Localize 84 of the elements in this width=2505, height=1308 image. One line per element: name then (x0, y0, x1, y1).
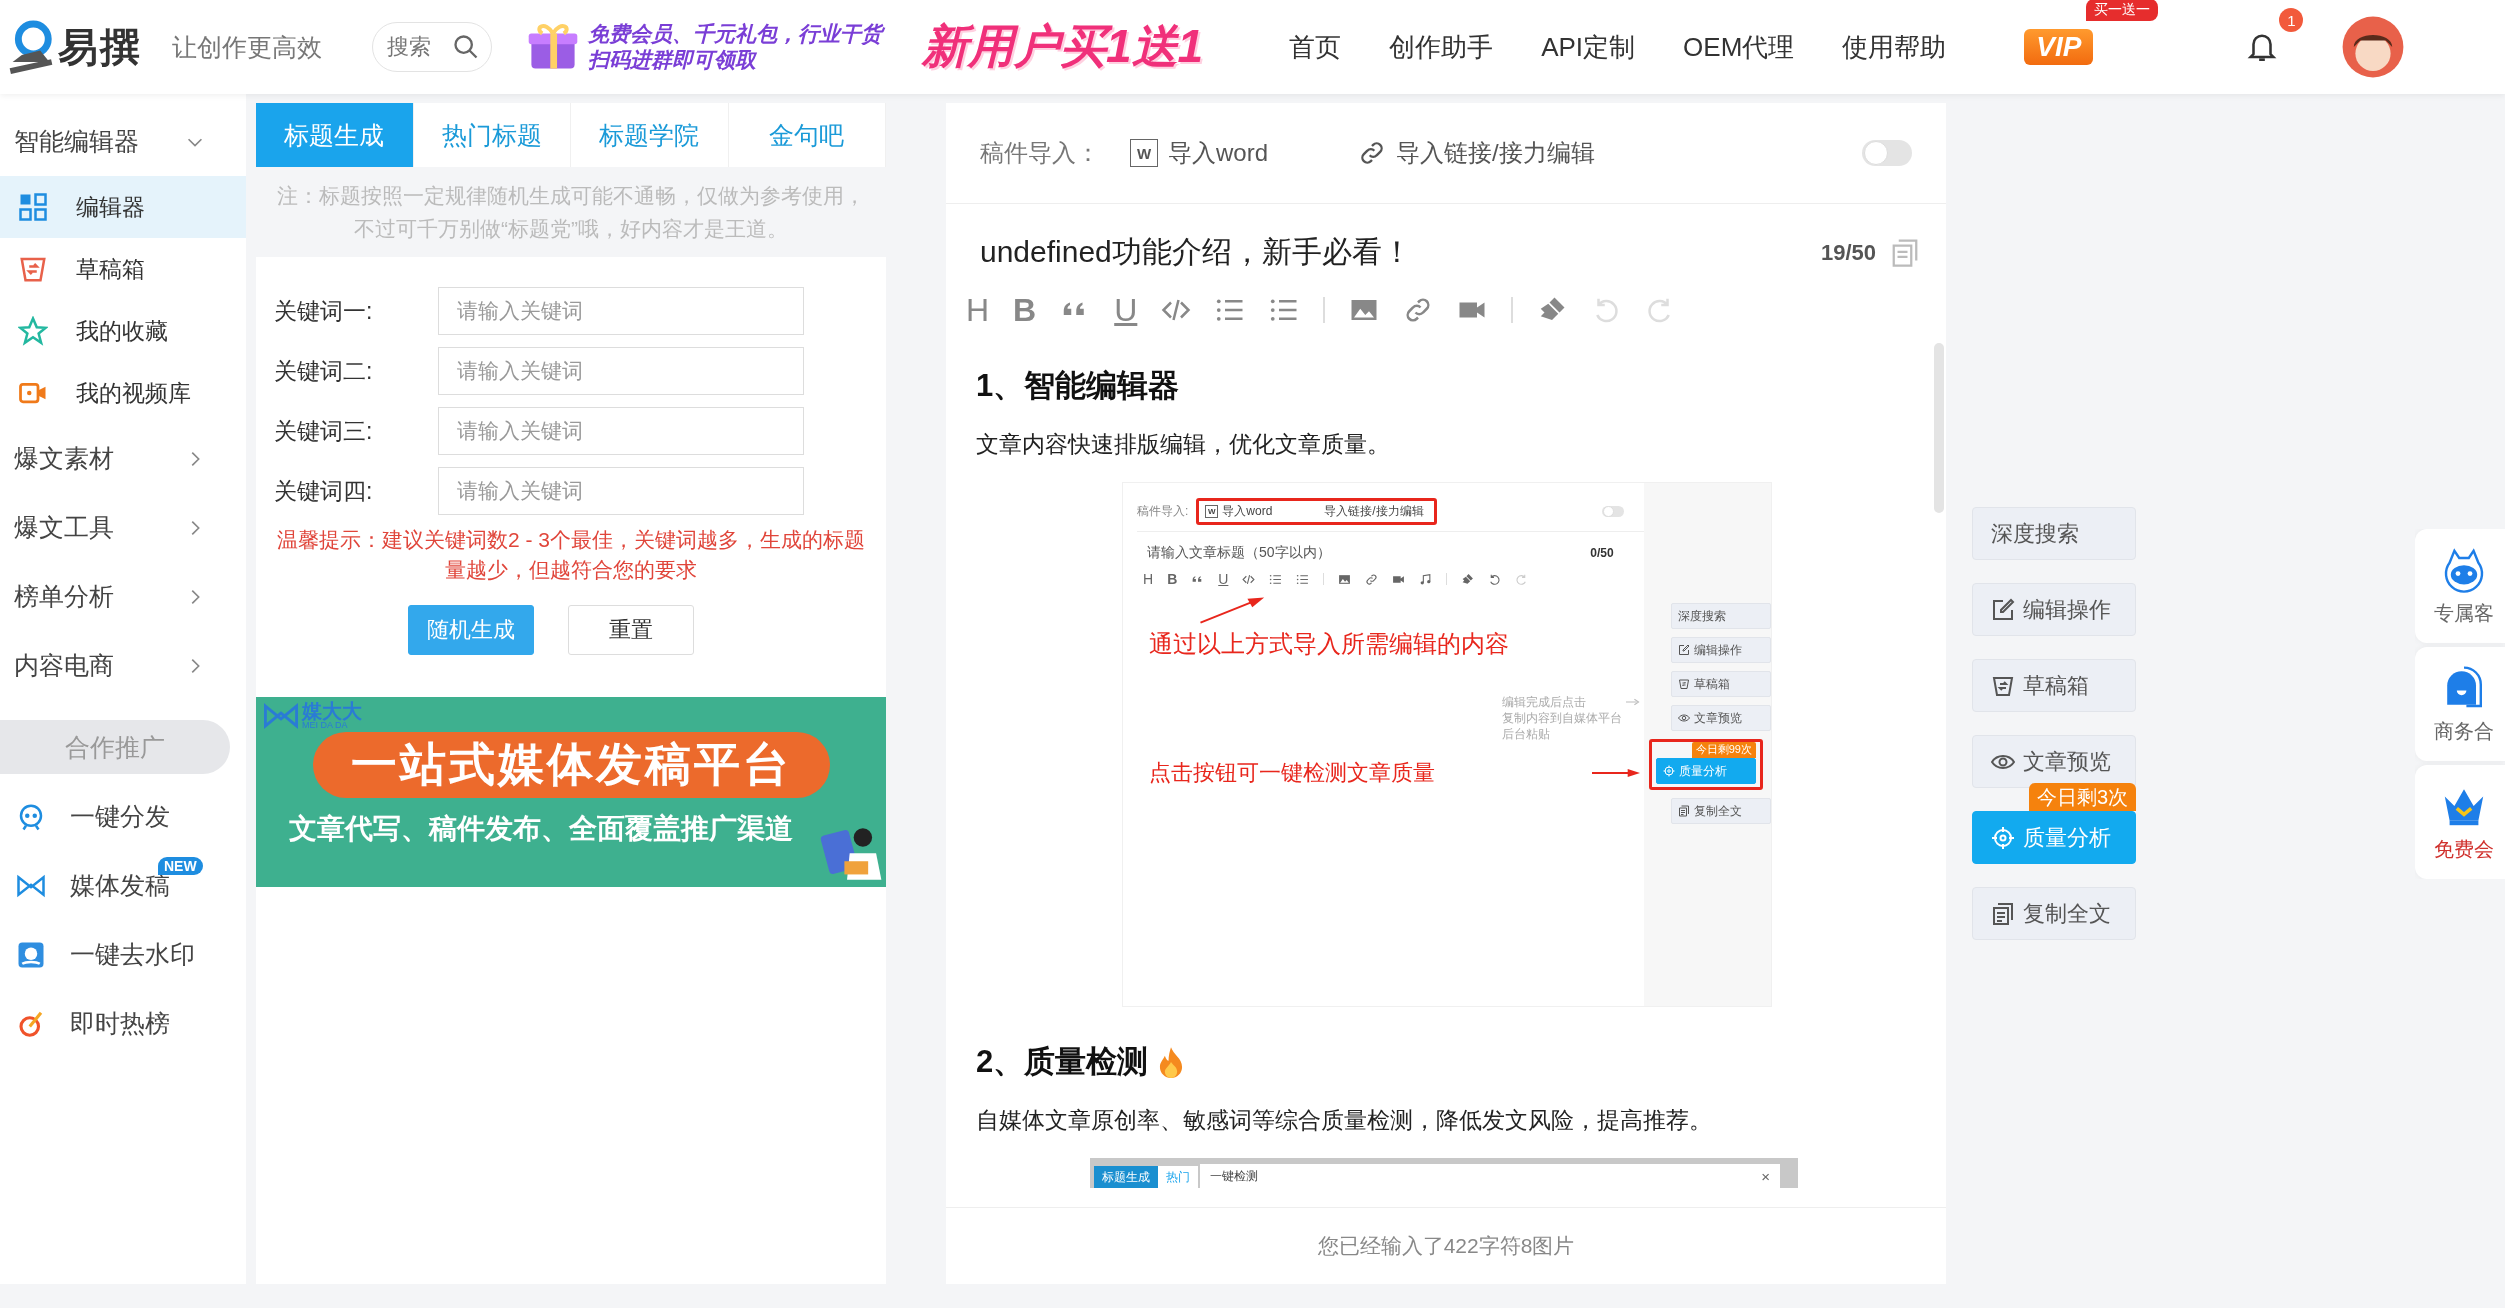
action-button[interactable]: 草稿箱 (1972, 659, 2136, 712)
action-button[interactable]: 文章预览 (1972, 735, 2136, 788)
content-heading: 2、质量检测 (976, 1043, 1149, 1081)
remaining-badge: 今日剩99次 (1691, 742, 1756, 758)
action-button[interactable]: 编辑操作 (1671, 637, 1771, 663)
float-card[interactable]: 专属客 (2415, 529, 2505, 643)
brand-subtitle: MEI DA DA (302, 721, 348, 730)
callout-text: 点击按钮可一键检测文章质量 (1149, 759, 1435, 787)
content-paragraph: 文章内容快速排版编辑，优化文章质量。 (976, 430, 1391, 459)
callout-text: 通过以上方式导入所需编辑的内容 (1149, 629, 1509, 659)
nav-link[interactable]: 首页 (1289, 29, 1342, 65)
character-count: 0/50 (1590, 546, 1614, 560)
keyword-field[interactable]: 请输入关键词 (438, 287, 804, 335)
menu-item[interactable]: 编辑器 (0, 176, 246, 238)
article-title[interactable]: undefined功能介绍，新手必看！ (980, 232, 1412, 273)
hint-text: 编辑完成后点击 (1501, 694, 1587, 710)
content-heading: 1、智能编辑器 (976, 367, 1180, 405)
menu-item[interactable]: 我的视频库 (0, 362, 246, 424)
brand-name: 媒大大 (302, 701, 362, 721)
menu-item[interactable]: 我的收藏 (0, 300, 246, 362)
menu-item[interactable]: 草稿箱 (0, 238, 246, 300)
action-button[interactable]: 复制全文 (1972, 887, 2136, 940)
title-field[interactable]: 请输入文章标题（50字以内） (1147, 544, 1331, 562)
float-card[interactable]: 商务合 (2415, 647, 2505, 761)
menu-group[interactable]: 爆文素材 (0, 424, 246, 493)
action-button[interactable]: 深度搜索 (1671, 603, 1771, 629)
bold-tool: B (1167, 572, 1178, 586)
menu-group[interactable]: 榜单分析 (0, 562, 246, 631)
field-label: 关键词四: (274, 476, 374, 506)
keyword-field[interactable]: 请输入关键词 (438, 347, 804, 395)
nav-link[interactable]: API定制 (1541, 29, 1636, 65)
import-label: 稿件导入： (980, 138, 1100, 168)
slogan: 让创作更高效 (172, 31, 322, 63)
import-word-link[interactable]: W 导入word (1130, 137, 1269, 169)
field-label: 关键词二: (274, 356, 374, 386)
close-icon: × (1761, 1167, 1770, 1185)
character-count: 19/50 (1820, 239, 1876, 266)
heading-tool[interactable]: H (966, 295, 990, 325)
section-pill: 合作推广 (0, 720, 230, 774)
nav-link[interactable]: 使用帮助 (1842, 29, 1947, 65)
sale-banner[interactable]: 新用户买1送1 (922, 16, 1204, 78)
nav-link[interactable]: 创作助手 (1389, 29, 1494, 65)
promo-text: 扫码进群即可领取 (588, 47, 758, 73)
nav-link[interactable]: OEM代理 (1683, 29, 1795, 65)
bold-tool[interactable]: B (1013, 295, 1037, 325)
menu-item[interactable]: 媒体发稿 NEW (0, 851, 246, 920)
action-button[interactable]: 文章预览 (1671, 705, 1771, 731)
float-card[interactable]: 免费会 (2415, 765, 2505, 879)
hint-text: 后台粘贴 (1501, 726, 1551, 742)
import-label: 稿件导入: (1137, 502, 1189, 520)
dialog-title: 一键检测 (1210, 1167, 1258, 1185)
ad-subline: 文章代写、稿件发布、全面覆盖推广渠道 (289, 812, 793, 846)
underline-tool: U (1218, 572, 1229, 586)
notification-badge: 1 (2279, 8, 2304, 32)
new-badge: NEW (158, 857, 203, 875)
underline-tool[interactable]: U (1114, 295, 1138, 325)
menu-item[interactable]: 一键去水印 (0, 920, 246, 989)
keyword-field[interactable]: 请输入关键词 (438, 407, 804, 455)
search-field[interactable]: 搜索 (372, 22, 492, 72)
tab[interactable]: 标题生成 (1094, 1166, 1158, 1188)
status-text: 您已经输入了422字符8图片 (946, 1207, 1946, 1284)
heading-tool: H (1143, 572, 1154, 586)
menu-group[interactable]: 内容电商 (0, 631, 246, 700)
tip-text: 温馨提示：建议关键词数2 - 3个最佳，关键词越多，生成的标题量越少，但越符合您的要求 (276, 527, 866, 583)
action-button[interactable]: 编辑操作 (1972, 583, 2136, 636)
remaining-badge: 今日剩3次 (2028, 783, 2136, 811)
field-label: 关键词三: (274, 416, 374, 446)
keyword-field[interactable]: 请输入关键词 (438, 467, 804, 515)
action-button[interactable]: 草稿箱 (1671, 671, 1771, 697)
menu-group[interactable]: 爆文工具 (0, 493, 246, 562)
logo-text: 易撰 (58, 23, 142, 71)
menu-item[interactable]: 即时热榜 (0, 989, 246, 1058)
field-label: 关键词一: (274, 296, 374, 326)
import-link[interactable]: 导入链接/接力编辑 (1358, 137, 1595, 169)
vip-badge: 买一送一 (2086, 0, 2159, 21)
reset-button[interactable]: 重置 (568, 605, 694, 655)
action-button[interactable]: 复制全文 (1671, 798, 1771, 824)
menu-item[interactable]: 一键分发 (0, 782, 246, 851)
action-button[interactable]: 深度搜索 (1972, 507, 2136, 560)
note-text: 注：标题按照一定规律随机生成可能不通畅，仅做为参考使用，不过可千万别做“标题党”哦，好内容才是王道。 (256, 167, 886, 257)
ad-headline: 一站式媒体发稿平台 (312, 732, 830, 798)
content-paragraph: 自媒体文章原创率、敏感词等综合质量检测，降低发文风险，提高推荐。 (976, 1106, 1713, 1135)
hint-text: 复制内容到自媒体平台 (1501, 710, 1622, 726)
menu-group[interactable]: 智能编辑器 (0, 107, 246, 176)
